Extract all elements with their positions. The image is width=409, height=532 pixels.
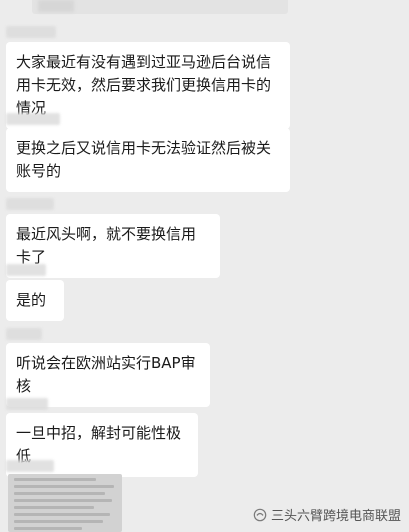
sender-name-blurred [6, 398, 48, 410]
watermark: 三头六臂跨境电商联盟 [253, 505, 401, 524]
wechat-official-account-icon [253, 508, 267, 521]
previous-message-bubble[interactable] [32, 0, 288, 14]
sender-name-blurred [6, 460, 54, 472]
message-text: 最近风头啊，就不要换信用卡了 [16, 225, 197, 266]
message-bubble[interactable]: 更换之后又说信用卡无法验证然后被关账号的 [6, 128, 290, 192]
chat-window: 大家最近有没有遇到过亚马逊后台说信用卡无效，然后要求我们更换信用卡的情况 更换之… [0, 0, 409, 532]
sender-name-blurred [6, 198, 54, 210]
image-message[interactable] [8, 474, 122, 532]
watermark-text: 三头六臂跨境电商联盟 [270, 509, 401, 524]
sender-name-blurred [6, 328, 42, 340]
blurred-sender-name [38, 0, 74, 12]
message-text: 大家最近有没有遇到过亚马逊后台说信用卡无效，然后要求我们更换信用卡的情况 [16, 53, 272, 117]
message-text: 更换之后又说信用卡无法验证然后被关账号的 [16, 139, 272, 180]
sender-name-blurred [6, 26, 56, 38]
message-text: 听说会在欧洲站实行BAP审核 [16, 354, 196, 395]
message-text: 是的 [16, 291, 47, 309]
sender-name-blurred [6, 113, 60, 125]
message-bubble[interactable]: 是的 [6, 280, 64, 321]
sender-name-blurred [6, 264, 46, 276]
message-text: 一旦中招，解封可能性极低 [16, 424, 182, 465]
